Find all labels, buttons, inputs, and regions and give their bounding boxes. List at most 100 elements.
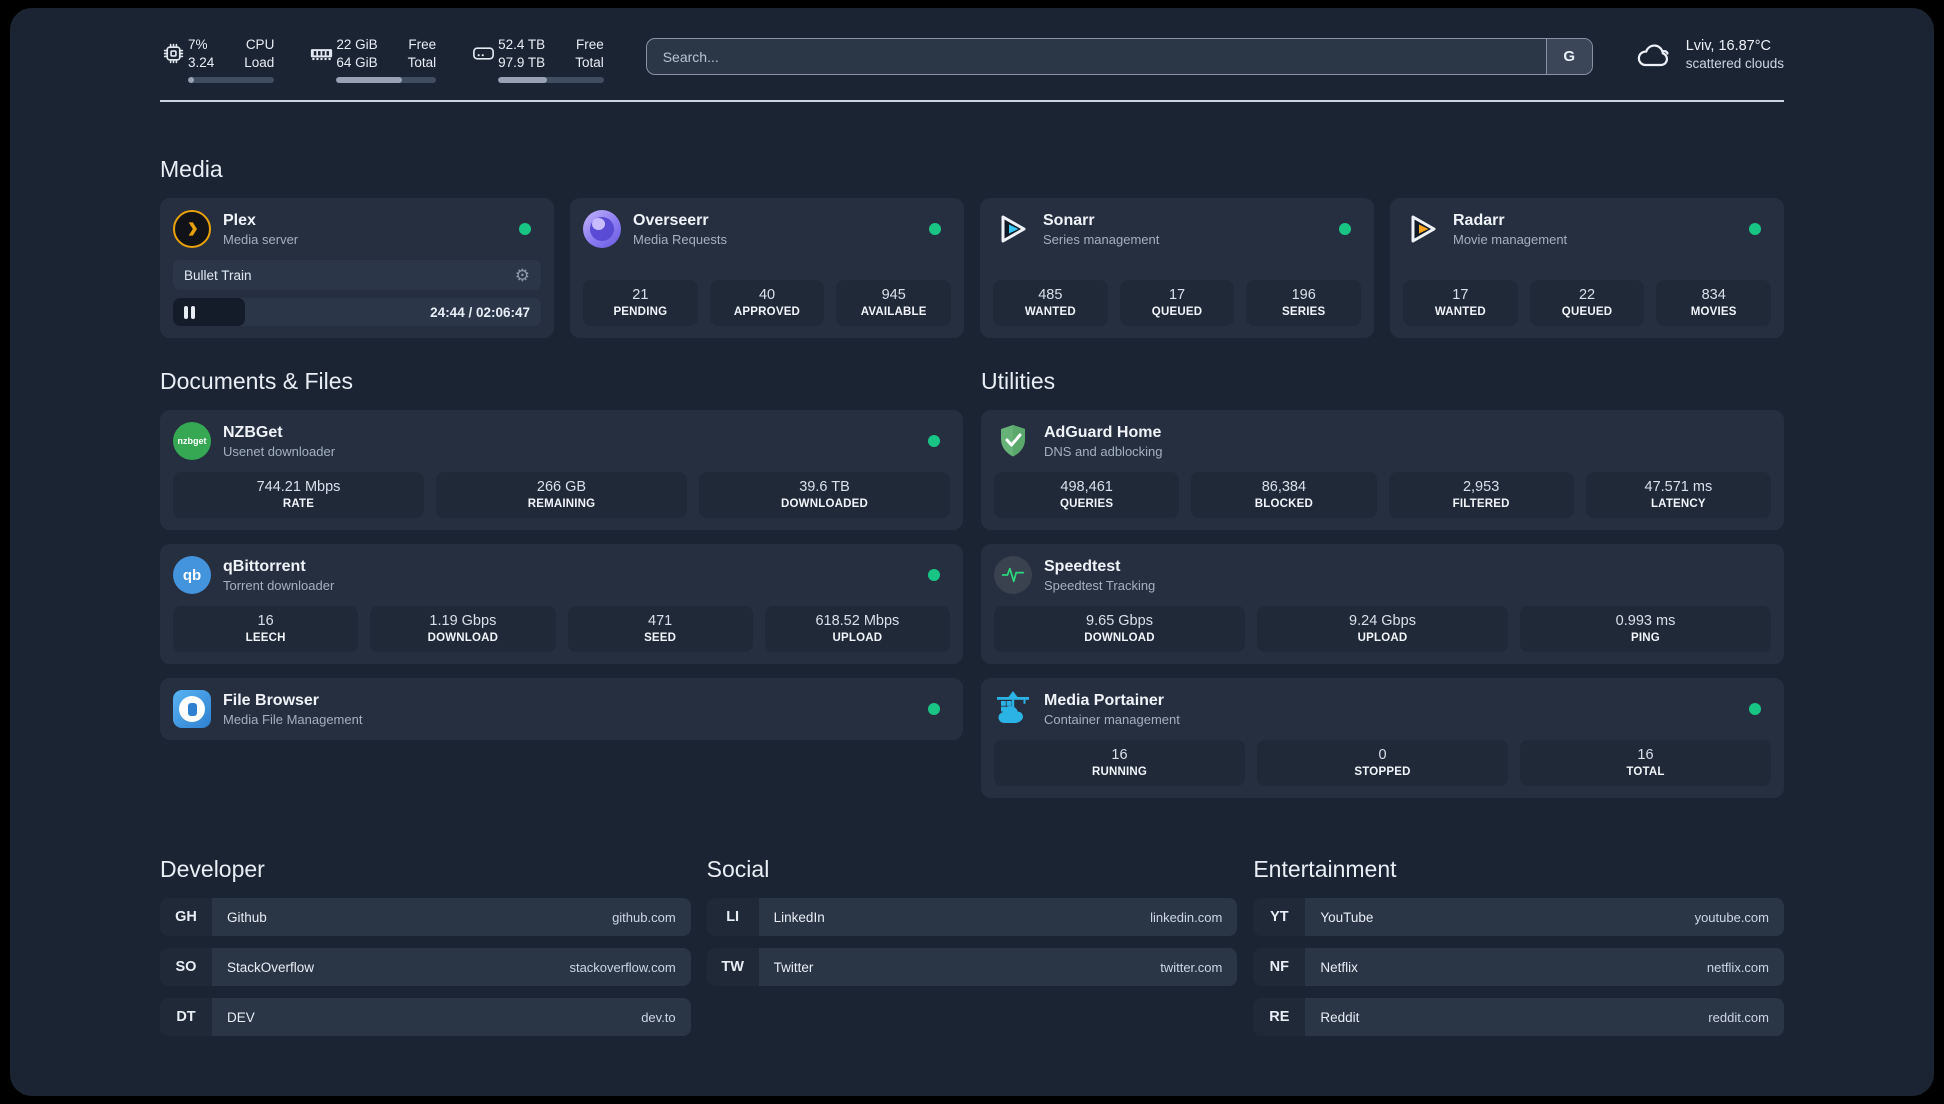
stat-tile: 40 APPROVED	[709, 280, 825, 327]
bookmark-reddit[interactable]: RE Reddit reddit.com	[1253, 998, 1784, 1037]
stat-label: APPROVED	[733, 306, 801, 319]
stat-label: LATENCY	[1650, 498, 1706, 511]
qbittorrent-card[interactable]: qb qBittorrent Torrent downloader 16 LEE…	[160, 544, 963, 665]
section-social: Social LI LinkedIn linkedin.com TW Twitt…	[706, 856, 1238, 998]
cpu-progress-bar	[188, 77, 275, 84]
app-title: File Browser	[223, 691, 320, 709]
stat-label: RATE	[282, 498, 315, 511]
app-title: Plex	[223, 211, 256, 229]
now-playing-row: Bullet Train ⚙	[173, 260, 541, 291]
search-bar: G	[645, 38, 1593, 75]
dashboard: 7% 3.24 CPU Load 22 GiB 64 GiB Free Tota…	[10, 8, 1934, 1096]
stat-value: 9.65 Gbps	[1086, 613, 1153, 630]
bookmark-url: stackoverflow.com	[569, 959, 676, 975]
stat-label: RUNNING	[1091, 766, 1148, 779]
overseerr-card[interactable]: Overseerr Media Requests 21 PENDING 40 A…	[570, 198, 964, 339]
memory-metric: 22 GiB 64 GiB Free Total	[308, 36, 437, 84]
status-dot	[929, 223, 941, 236]
stat-label: STOPPED	[1354, 766, 1411, 779]
bookmark-netflix[interactable]: NF Netflix netflix.com	[1253, 948, 1784, 987]
cpu-load-label: Load	[244, 54, 275, 70]
stat-value: 196	[1291, 287, 1316, 304]
cpu-metric: 7% 3.24 CPU Load	[160, 36, 275, 84]
section-entertainment: Entertainment YT YouTube youtube.com NF …	[1253, 856, 1784, 1048]
stat-label: DOWNLOAD	[1084, 632, 1155, 645]
bookmark-linkedin[interactable]: LI LinkedIn linkedin.com	[706, 898, 1238, 937]
cpu-icon	[163, 43, 184, 64]
bookmark-name: Netflix	[1320, 959, 1358, 975]
portainer-icon	[994, 690, 1032, 728]
plex-card[interactable]: Plex Media server Bullet Train ⚙ 24:44 /…	[160, 198, 554, 339]
qbittorrent-icon: qb	[173, 556, 211, 595]
status-dot	[519, 223, 531, 236]
stat-tile: 834 MOVIES	[1656, 280, 1772, 327]
app-title: Media Portainer	[1044, 691, 1165, 709]
app-title: Radarr	[1453, 211, 1505, 229]
stat-value: 86,384	[1261, 479, 1307, 496]
bookmark-abbr: SO	[160, 948, 212, 987]
stat-label: AVAILABLE	[860, 306, 927, 319]
stat-tile: 16 RUNNING	[994, 740, 1245, 787]
playback-time: 24:44 / 02:06:47	[430, 304, 530, 320]
section-utilities: Utilities AdGuard Home DNS and adblockin…	[981, 368, 1784, 799]
radarr-card[interactable]: Radarr Movie management 17 WANTED 22 QUE…	[1390, 198, 1784, 339]
gear-icon[interactable]: ⚙	[515, 267, 530, 284]
disk-total-label: Total	[575, 54, 604, 70]
weather-widget[interactable]: Lviv, 16.87°C scattered clouds	[1635, 38, 1784, 71]
status-dot	[928, 569, 940, 582]
stat-value: 21	[632, 287, 649, 304]
stat-label: DOWNLOAD	[427, 632, 499, 645]
status-dot	[928, 435, 940, 448]
cpu-label: CPU	[245, 37, 275, 52]
overseerr-icon	[583, 210, 621, 249]
stat-label: FILTERED	[1452, 498, 1510, 511]
weather-condition: scattered clouds	[1685, 56, 1784, 71]
bookmark-youtube[interactable]: YT YouTube youtube.com	[1253, 898, 1784, 937]
speedtest-card[interactable]: Speedtest Speedtest Tracking 9.65 Gbps D…	[981, 544, 1784, 665]
adguard-icon	[994, 422, 1032, 460]
bookmark-abbr: YT	[1253, 898, 1306, 937]
speedtest-icon	[994, 556, 1032, 595]
stat-tile: 17 QUEUED	[1119, 280, 1235, 327]
app-subtitle: Movie management	[1453, 231, 1568, 247]
app-subtitle: Series management	[1043, 231, 1160, 247]
memory-free: 22 GiB	[336, 37, 378, 52]
bookmark-github[interactable]: GH Github github.com	[160, 898, 691, 937]
bookmark-abbr: RE	[1253, 998, 1306, 1037]
stat-tile: 196 SERIES	[1246, 280, 1362, 327]
stat-label: SERIES	[1281, 306, 1326, 319]
sonarr-card[interactable]: Sonarr Series management 485 WANTED 17 Q…	[980, 198, 1374, 339]
bookmark-url: dev.to	[641, 1009, 676, 1025]
playback-progress-bar[interactable]: 24:44 / 02:06:47	[173, 298, 541, 327]
bookmark-url: github.com	[612, 909, 676, 925]
stat-value: 9.24 Gbps	[1349, 613, 1416, 630]
bookmark-stackoverflow[interactable]: SO StackOverflow stackoverflow.com	[160, 948, 691, 987]
stat-tile: 86,384 BLOCKED	[1191, 472, 1377, 519]
adguard-card[interactable]: AdGuard Home DNS and adblocking 498,461 …	[981, 410, 1784, 531]
bookmark-dev[interactable]: DT DEV dev.to	[160, 998, 691, 1037]
cloud-icon	[1637, 44, 1669, 66]
app-subtitle: Torrent downloader	[223, 577, 335, 593]
bookmark-twitter[interactable]: TW Twitter twitter.com	[706, 948, 1238, 987]
section-documents: Documents & Files nzbget NZBGet Usenet d…	[160, 368, 963, 741]
system-metrics: 7% 3.24 CPU Load 22 GiB 64 GiB Free Tota…	[160, 36, 604, 84]
stat-tile: 47.571 ms LATENCY	[1585, 472, 1771, 519]
app-subtitle: Usenet downloader	[223, 443, 336, 459]
bookmark-name: StackOverflow	[227, 959, 315, 975]
disk-progress-bar	[498, 77, 604, 84]
nzbget-card[interactable]: nzbget NZBGet Usenet downloader 744.21 M…	[160, 410, 963, 531]
portainer-card[interactable]: Media Portainer Container management 16 …	[981, 678, 1784, 799]
stat-value: 266 GB	[536, 479, 587, 496]
stat-label: LEECH	[245, 632, 286, 645]
bookmark-url: linkedin.com	[1150, 909, 1223, 925]
filebrowser-card[interactable]: File Browser Media File Management	[160, 678, 963, 741]
pause-icon[interactable]	[173, 305, 195, 319]
stat-tile: 945 AVAILABLE	[836, 280, 952, 327]
search-input[interactable]	[646, 39, 1546, 74]
stat-label: QUEUED	[1151, 306, 1203, 319]
status-dot	[1749, 223, 1761, 236]
bookmark-abbr: DT	[160, 998, 212, 1037]
search-engine-button[interactable]: G	[1545, 39, 1592, 74]
stat-tile: 266 GB REMAINING	[436, 472, 687, 519]
disk-metric: 52.4 TB 97.9 TB Free Total	[470, 36, 604, 84]
